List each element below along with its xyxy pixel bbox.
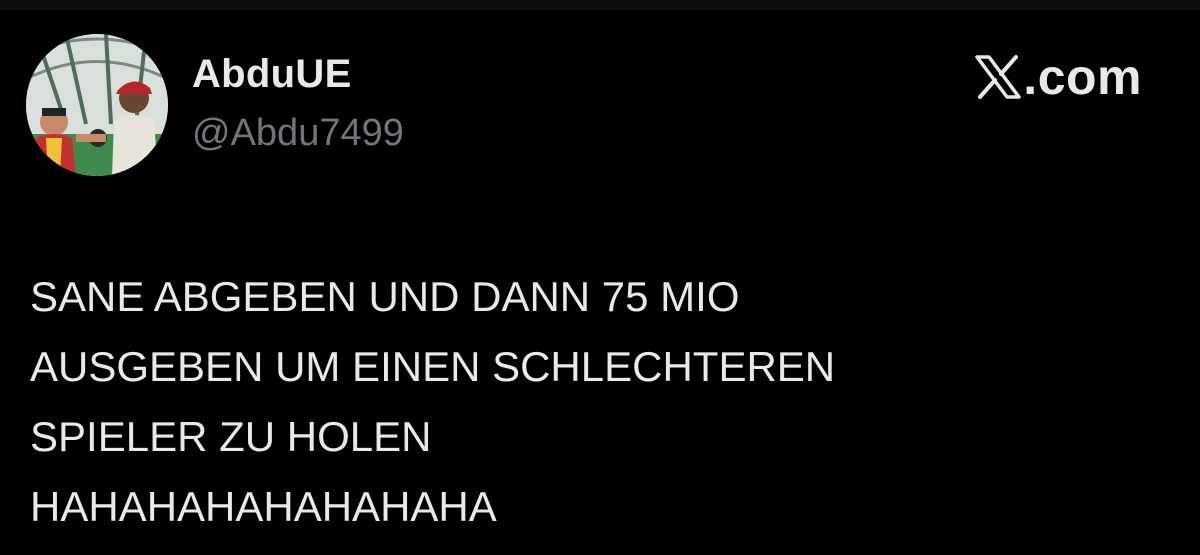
avatar[interactable] <box>26 34 168 176</box>
brand-domain-label: .com <box>1023 49 1142 105</box>
x-logo-icon <box>975 55 1022 99</box>
display-name[interactable]: AbduUE <box>192 52 352 97</box>
user-handle[interactable]: @Abdu7499 <box>192 112 404 155</box>
top-strip <box>0 0 1200 10</box>
tweet-text: SANE ABGEBEN UND DANN 75 MIO AUSGEBEN UM… <box>30 273 836 530</box>
brand-watermark: .com <box>975 52 1142 102</box>
avatar-photo <box>26 34 168 176</box>
